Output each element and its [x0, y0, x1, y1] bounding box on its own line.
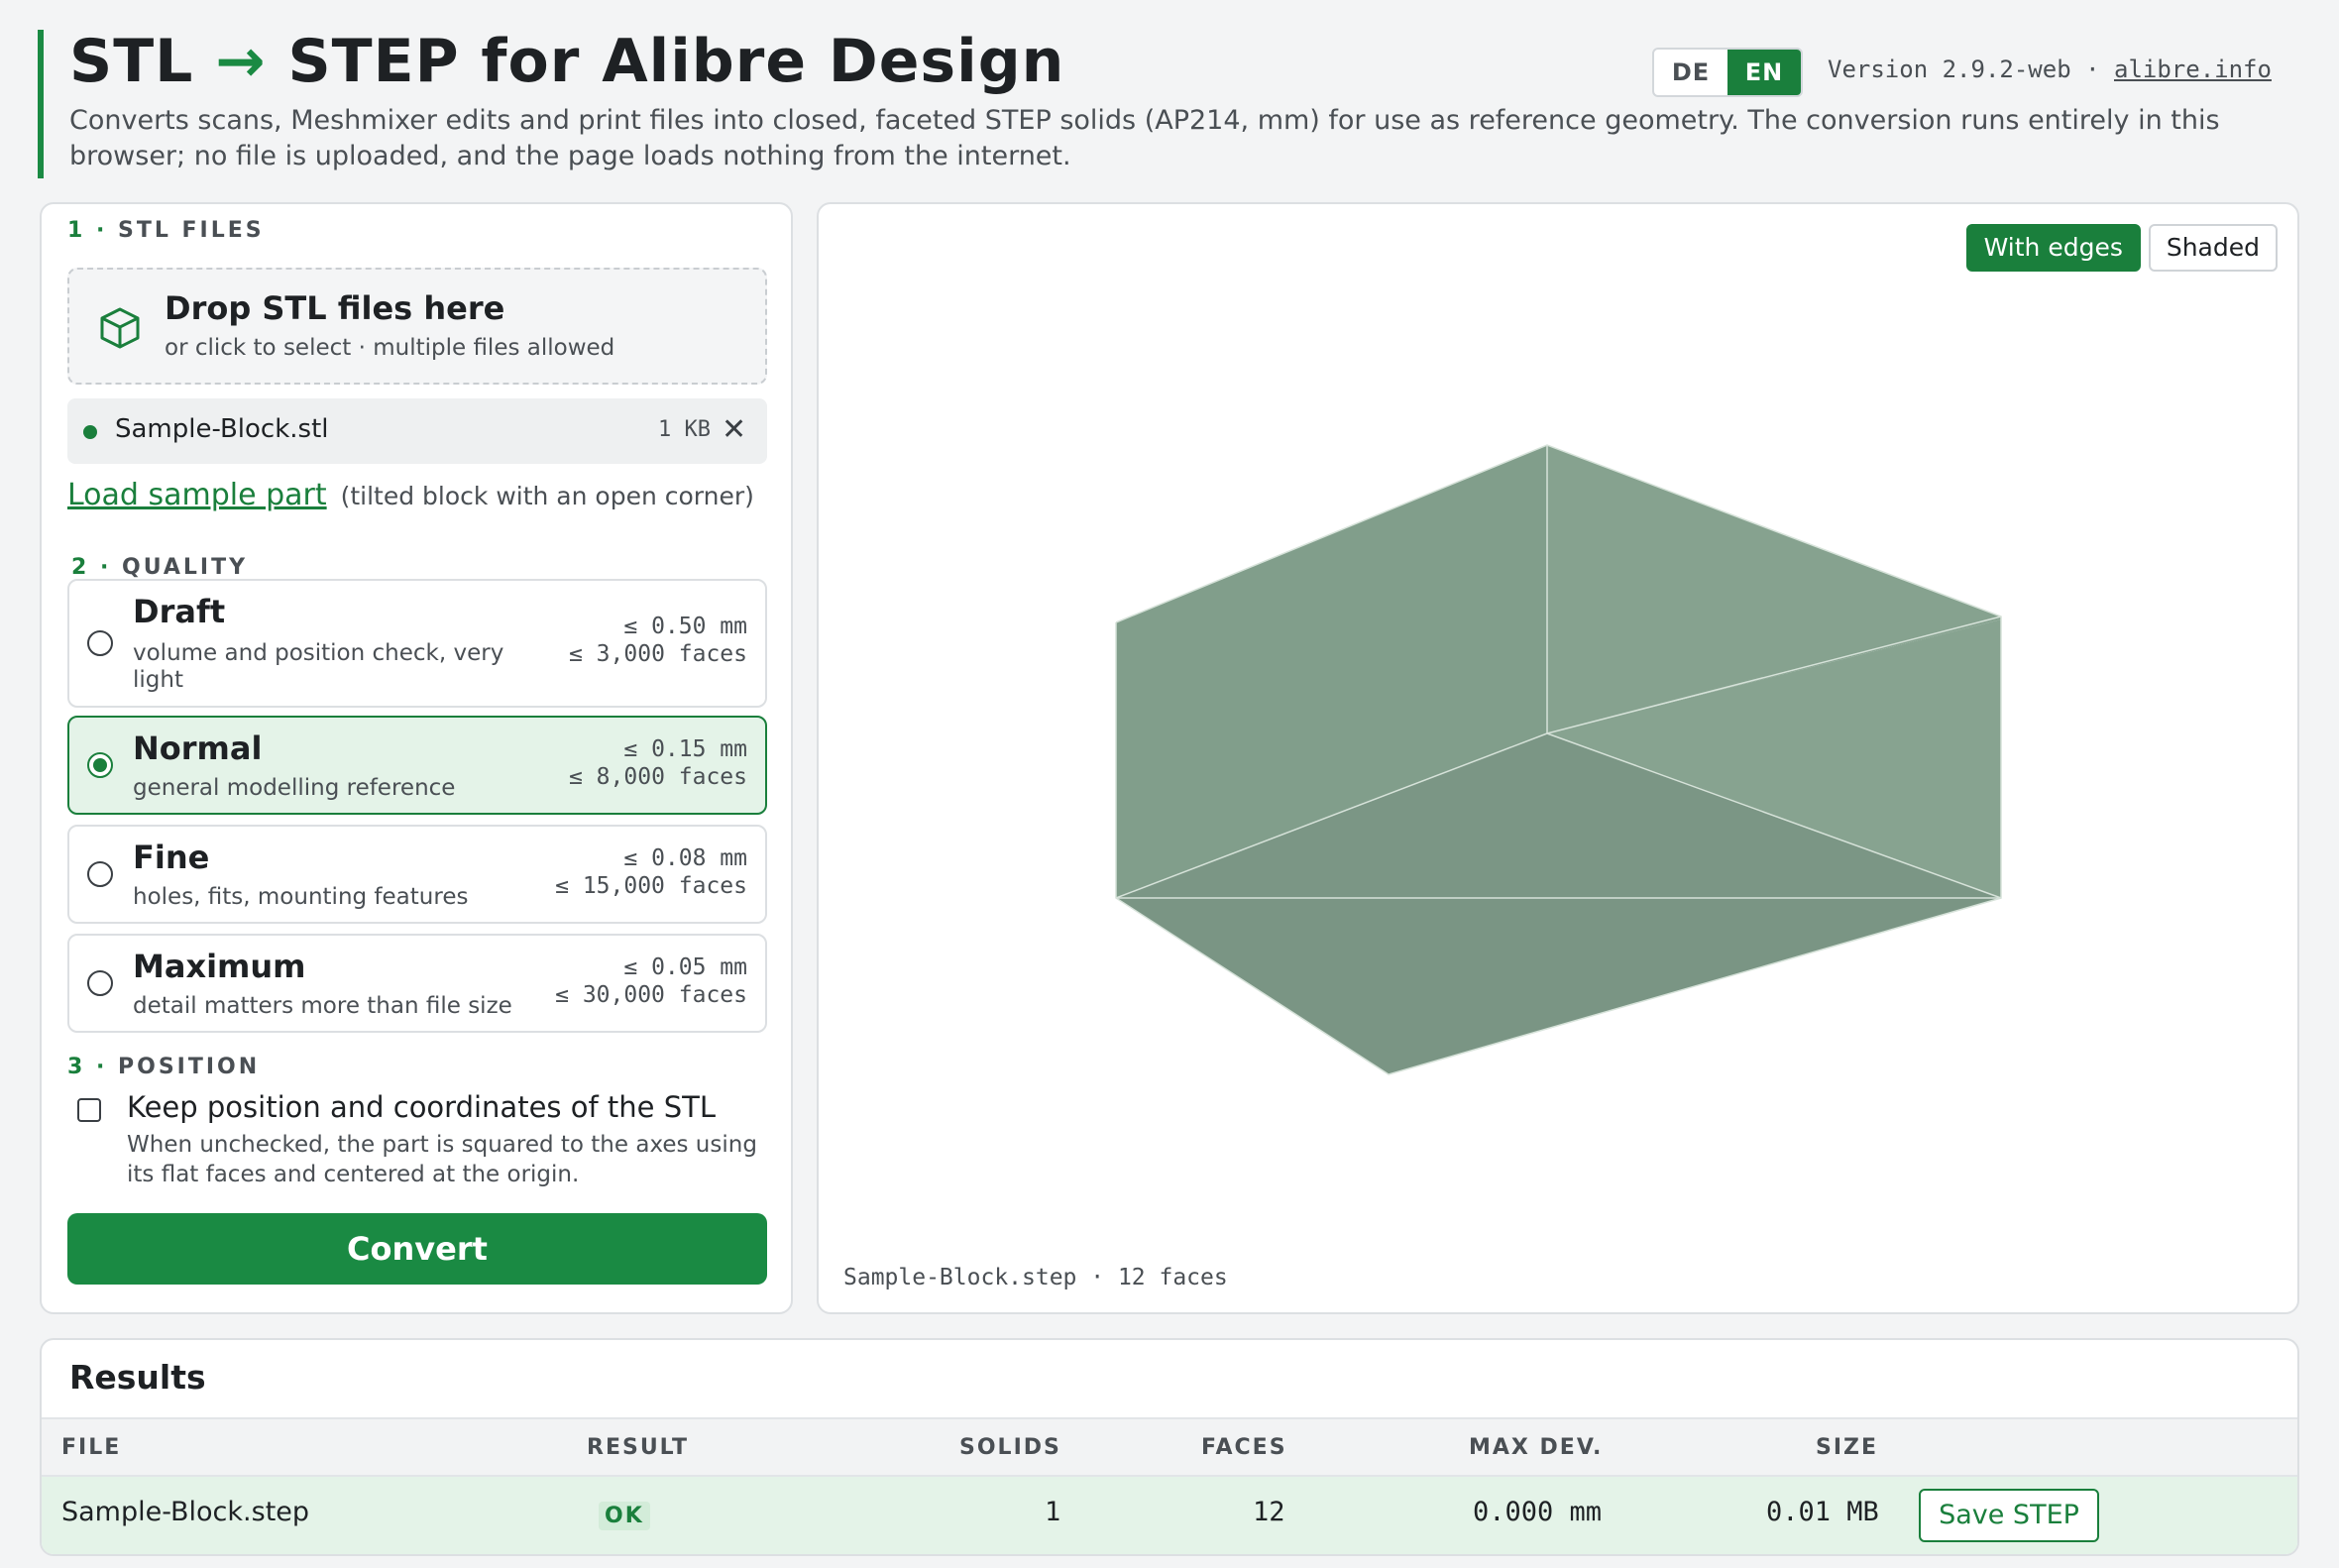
shaded-button[interactable]: Shaded [2148, 224, 2278, 272]
file-item: Sample-Block.stl 1 KB ✕ [67, 398, 767, 464]
view-mode-toggle: With edges Shaded [1965, 224, 2278, 272]
row-max-dev: 0.000 mm [1473, 1497, 1603, 1527]
sample-note: (tilted block with an open corner) [340, 482, 754, 510]
save-step-button[interactable]: Save STEP [1919, 1489, 2099, 1542]
row-result: OK [599, 1499, 650, 1530]
site-link[interactable]: alibre.info [2114, 56, 2272, 83]
column-result: RESULT [587, 1435, 690, 1460]
radio-normal[interactable] [87, 752, 113, 778]
column-max-dev: MAX DEV. [1469, 1435, 1604, 1460]
section-number: 1 · [67, 218, 108, 243]
status-badge: OK [599, 1502, 650, 1530]
option-faces: ≤ 3,000 faces [568, 641, 747, 667]
row-file: Sample-Block.step [61, 1497, 310, 1527]
option-description: holes, fits, mounting features [133, 884, 469, 910]
viewer-caption: Sample-Block.step · 12 faces [843, 1265, 1228, 1290]
remove-file-icon[interactable]: ✕ [722, 412, 746, 447]
page-header: STL → STEP for Alibre Design Converts sc… [38, 30, 2301, 178]
column-size: SIZE [1816, 1435, 1879, 1460]
option-limits: ≤ 0.15 mm ≤ 8,000 faces [569, 735, 747, 791]
keep-position-help: When unchecked, the part is squared to t… [127, 1132, 757, 1187]
quality-option-maximum[interactable]: Maximum detail matters more than file si… [67, 934, 767, 1033]
section-number: 3 · [67, 1055, 108, 1079]
option-limits: ≤ 0.50 mm ≤ 3,000 faces [569, 613, 747, 668]
radio-maximum[interactable] [87, 970, 113, 996]
column-faces: FACES [1201, 1435, 1287, 1460]
option-description: detail matters more than file size [133, 993, 512, 1019]
quality-option-fine[interactable]: Fine holes, fits, mounting features ≤ 0.… [67, 825, 767, 924]
quality-option-normal[interactable]: Normal general modelling reference ≤ 0.1… [67, 716, 767, 815]
results-title: Results [69, 1358, 206, 1397]
radio-fine[interactable] [87, 861, 113, 887]
convert-button[interactable]: Convert [67, 1213, 767, 1285]
option-description: general modelling reference [133, 775, 456, 801]
arrow-icon: → [215, 27, 267, 96]
option-tolerance: ≤ 0.50 mm [623, 614, 747, 639]
results-table-header: FILE RESULT SOLIDS FACES MAX DEV. SIZE [42, 1417, 2297, 1477]
section-title: STL FILES [118, 218, 265, 243]
status-dot-icon [83, 425, 97, 439]
load-sample-link[interactable]: Load sample part [67, 478, 327, 512]
column-file: FILE [61, 1435, 122, 1460]
option-limits: ≤ 0.08 mm ≤ 15,000 faces [555, 844, 747, 900]
page-subtitle: Converts scans, Meshmixer edits and prin… [69, 105, 2220, 171]
quality-option-draft[interactable]: Draft volume and position check, very li… [67, 579, 767, 708]
version-label: Version 2.9.2-web · [1828, 56, 2100, 83]
section-title: POSITION [118, 1055, 261, 1079]
option-description: volume and position check, very light [133, 640, 504, 693]
title-step: STEP for Alibre Design [287, 27, 1065, 96]
keep-position-checkbox[interactable] [77, 1098, 101, 1122]
dropzone-title: Drop STL files here [165, 289, 505, 327]
sample-line: Load sample part (tilted block with an o… [67, 478, 754, 512]
section-number: 2 · [71, 555, 112, 580]
version-info: Version 2.9.2-web · alibre.info [1828, 56, 2272, 83]
option-tolerance: ≤ 0.08 mm [623, 845, 747, 871]
row-solids: 1 [1045, 1497, 1061, 1527]
option-faces: ≤ 15,000 faces [555, 873, 747, 899]
dropzone-hint: or click to select · multiple files allo… [165, 335, 615, 361]
quality-section-label: 2 · QUALITY [71, 555, 248, 580]
file-name: Sample-Block.stl [115, 414, 329, 444]
cube-icon [100, 307, 140, 349]
title-stl: STL [69, 27, 194, 96]
row-size: 0.01 MB [1766, 1497, 1879, 1527]
results-panel: Results FILE RESULT SOLIDS FACES MAX DEV… [40, 1338, 2299, 1556]
option-name: Draft [133, 593, 226, 630]
option-faces: ≤ 30,000 faces [555, 982, 747, 1008]
option-tolerance: ≤ 0.05 mm [623, 954, 747, 980]
with-edges-button[interactable]: With edges [1965, 224, 2141, 272]
settings-panel: 1 · STL FILES Drop STL files here or cli… [40, 202, 793, 1314]
column-solids: SOLIDS [959, 1435, 1061, 1460]
file-size: 1 KB [658, 417, 711, 442]
option-tolerance: ≤ 0.15 mm [623, 736, 747, 762]
files-section-label: 1 · STL FILES [67, 218, 265, 243]
option-name: Fine [133, 839, 210, 876]
language-switch: DE EN [1652, 48, 1803, 97]
table-row: Sample-Block.step OK 1 12 0.000 mm 0.01 … [42, 1477, 2297, 1554]
option-faces: ≤ 8,000 faces [568, 764, 747, 790]
option-name: Normal [133, 729, 263, 767]
radio-draft[interactable] [87, 630, 113, 656]
position-section-label: 3 · POSITION [67, 1055, 260, 1079]
section-title: QUALITY [122, 555, 249, 580]
step-model-preview[interactable] [819, 204, 2297, 1312]
lang-de-button[interactable]: DE [1654, 50, 1727, 95]
model-viewer[interactable]: With edges Shaded Sample-Block.step · 12… [817, 202, 2299, 1314]
option-limits: ≤ 0.05 mm ≤ 30,000 faces [555, 953, 747, 1009]
keep-position-label[interactable]: Keep position and coordinates of the STL [127, 1090, 716, 1124]
lang-en-button[interactable]: EN [1727, 50, 1801, 95]
option-name: Maximum [133, 948, 306, 985]
row-faces: 12 [1253, 1497, 1285, 1527]
stl-dropzone[interactable]: Drop STL files here or click to select ·… [67, 268, 767, 385]
